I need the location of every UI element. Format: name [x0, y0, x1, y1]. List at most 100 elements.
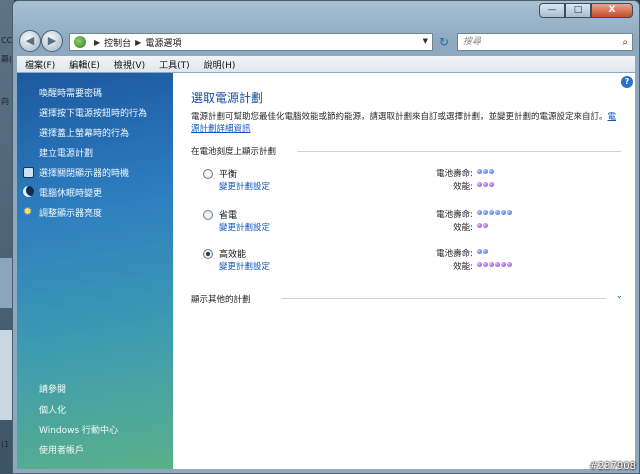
menu-view[interactable]: 檢視(V): [114, 58, 145, 71]
rating-dot: [507, 262, 512, 267]
close-button[interactable]: X: [591, 3, 633, 18]
rating-dot: [483, 223, 488, 228]
rating-dot: [477, 262, 482, 267]
plan-name: 平衡: [219, 170, 238, 180]
battery-life-label: 電池壽命:: [436, 249, 473, 259]
plan-balanced: 平衡 變更計劃設定 電池壽命: 效能:: [203, 167, 623, 197]
section-divider: [297, 151, 621, 152]
search-icon[interactable]: ⌕: [622, 35, 628, 51]
radio-high-performance[interactable]: [203, 249, 213, 259]
change-plan-settings-link[interactable]: 變更計劃設定: [219, 221, 270, 233]
show-more-plans-label: 顯示其他的計劃: [191, 295, 251, 305]
sidebar-link-power-button[interactable]: 選擇按下電源按鈕時的行為: [39, 106, 147, 119]
menu-bar: 檔案(F) 編輯(E) 檢視(V) 工具(T) 說明(H): [17, 56, 635, 72]
menu-file[interactable]: 檔案(F): [25, 58, 55, 71]
search-placeholder: 搜尋: [463, 37, 482, 47]
chevron-down-icon[interactable]: ⌄: [615, 291, 623, 301]
help-icon[interactable]: ?: [621, 76, 633, 88]
section-header: 在電池刻度上顯示計劃: [191, 147, 277, 157]
maximize-button[interactable]: □: [565, 3, 591, 18]
intro-text: 電源計劃可幫助您最佳化電腦效能或節約能源，請選取計劃來自訂或選擇計劃，並變更計劃…: [191, 111, 621, 135]
search-input[interactable]: 搜尋 ⌕: [457, 33, 633, 51]
background-text: CC: [1, 36, 13, 45]
minimize-button[interactable]: —: [539, 3, 565, 18]
main-content: ? 選取電源計劃 電源計劃可幫助您最佳化電腦效能或節約能源，請選取計劃來自訂或選…: [173, 73, 635, 469]
address-dropdown-icon[interactable]: ▼: [423, 37, 428, 45]
rating-dot: [483, 262, 488, 267]
rating-dot: [501, 262, 506, 267]
performance-dots: [477, 182, 494, 187]
rating-dot: [507, 210, 512, 215]
rating-dot: [483, 210, 488, 215]
change-plan-settings-link[interactable]: 變更計劃設定: [219, 260, 270, 272]
menu-tools[interactable]: 工具(T): [159, 58, 190, 71]
rating-dot: [483, 249, 488, 254]
performance-dots: [477, 223, 488, 228]
intro-description: 電源計劃可幫助您最佳化電腦效能或節約能源，請選取計劃來自訂或選擇計劃，並變更計劃…: [191, 112, 608, 122]
battery-dots: [477, 249, 488, 254]
page-title: 選取電源計劃: [191, 91, 264, 105]
caption-buttons: — □ X: [539, 3, 633, 18]
sidebar-link-user-accounts[interactable]: 使用者帳戶: [39, 443, 84, 456]
sidebar-link-wake-password[interactable]: 喚醒時需要密碼: [39, 86, 102, 99]
back-arrow-icon: ◀: [25, 34, 35, 47]
breadcrumb-control-panel[interactable]: 控制台: [104, 36, 131, 49]
menu-help[interactable]: 說明(H): [204, 58, 236, 71]
radio-balanced[interactable]: [203, 169, 213, 179]
rating-dot: [483, 169, 488, 174]
rating-dot: [489, 182, 494, 187]
power-options-window: — □ X ◀ ▶ ▶ 控制台 ▶ 電源選項 ▼ ↻ 搜尋 ⌕ 檔案(F) 編輯…: [12, 0, 640, 474]
breadcrumb-separator-icon[interactable]: ▶: [135, 38, 141, 47]
battery-life-label: 電池壽命:: [436, 169, 473, 179]
moon-icon: [23, 186, 34, 197]
refresh-icon: ↻: [438, 35, 450, 49]
plan-power-saver: 省電 變更計劃設定 電池壽命: 效能:: [203, 208, 623, 238]
refresh-button[interactable]: ↻: [435, 33, 453, 51]
change-plan-settings-link[interactable]: 變更計劃設定: [219, 180, 270, 192]
sun-icon: ✹: [23, 205, 33, 218]
background-text: (1: [1, 440, 10, 449]
rating-dot: [477, 249, 482, 254]
performance-label: 效能:: [453, 262, 473, 272]
background-text: 幕(: [1, 55, 13, 64]
menu-edit[interactable]: 編輯(E): [69, 58, 100, 71]
back-button[interactable]: ◀: [19, 30, 41, 52]
performance-label: 效能:: [453, 182, 473, 192]
navigation-bar: ◀ ▶ ▶ 控制台 ▶ 電源選項 ▼ ↻ 搜尋 ⌕: [17, 29, 635, 55]
sidebar-link-lid-close[interactable]: 選擇蓋上螢幕時的行為: [39, 126, 129, 139]
battery-dots: [477, 210, 512, 215]
rating-dot: [477, 223, 482, 228]
plan-name: 省電: [219, 211, 238, 221]
sidebar-link-personalization[interactable]: 個人化: [39, 403, 66, 416]
rating-dot: [489, 262, 494, 267]
control-panel-icon: [74, 36, 86, 48]
plan-high-performance: 高效能 變更計劃設定 電池壽命: 效能:: [203, 247, 623, 277]
sidebar-link-brightness[interactable]: 調整顯示器亮度: [39, 206, 102, 219]
radio-power-saver[interactable]: [203, 210, 213, 220]
forward-arrow-icon: ▶: [47, 34, 57, 47]
section-divider: [281, 298, 606, 299]
monitor-icon: [23, 167, 34, 178]
task-sidebar: 喚醒時需要密碼 選擇按下電源按鈕時的行為 選擇蓋上螢幕時的行為 建立電源計劃 選…: [17, 73, 173, 469]
watermark: #237908: [589, 461, 636, 472]
rating-dot: [489, 210, 494, 215]
background-text: 向: [1, 97, 9, 106]
rating-dot: [477, 210, 482, 215]
sidebar-link-mobility-center[interactable]: Windows 行動中心: [39, 423, 118, 436]
rating-dot: [495, 262, 500, 267]
plan-name: 高效能: [219, 250, 247, 260]
sidebar-link-sleep[interactable]: 電腦休眠時變更: [39, 186, 102, 199]
battery-life-label: 電池壽命:: [436, 210, 473, 220]
rating-dot: [477, 169, 482, 174]
rating-dot: [477, 182, 482, 187]
show-more-plans[interactable]: 顯示其他的計劃 ⌄: [191, 291, 623, 305]
breadcrumb-power-options[interactable]: 電源選項: [145, 36, 181, 49]
see-also-heading: 請參閱: [39, 385, 67, 395]
sidebar-link-display-off[interactable]: 選擇關閉顯示器的時機: [39, 166, 129, 179]
sidebar-link-create-plan[interactable]: 建立電源計劃: [39, 146, 93, 159]
address-bar[interactable]: ▶ 控制台 ▶ 電源選項 ▼: [69, 33, 433, 51]
rating-dot: [489, 169, 494, 174]
rating-dot: [483, 182, 488, 187]
breadcrumb-separator-icon[interactable]: ▶: [94, 38, 100, 47]
forward-button[interactable]: ▶: [41, 30, 63, 52]
